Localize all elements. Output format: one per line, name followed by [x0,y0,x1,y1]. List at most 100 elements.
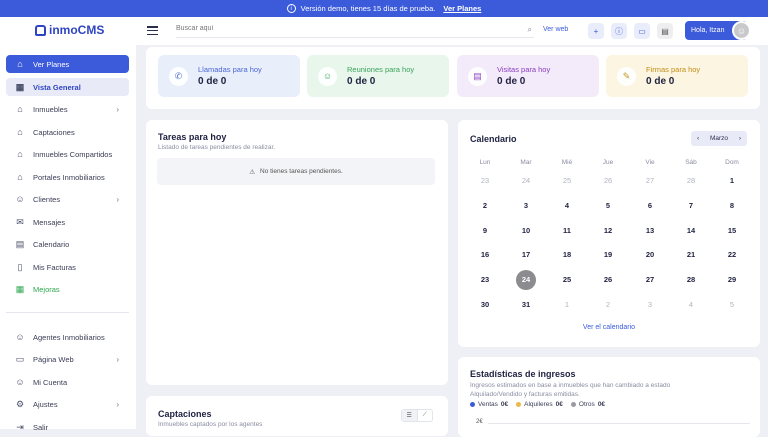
gear-icon: ⚙ [15,398,25,409]
calendar-day[interactable]: 16 [473,248,497,262]
sidebar-item-agentes[interactable]: ☺ Agentes Inmobiliarios [6,328,129,346]
calendar-day[interactable]: 13 [638,224,662,238]
messages-button[interactable]: ▭ [634,23,650,39]
calendar-button[interactable]: ▤ [657,23,673,39]
info-icon: ⓘ [615,26,623,36]
calendar-day[interactable]: 4 [679,298,703,312]
chart-gridline [488,423,750,424]
sidebar-item-ver-planes[interactable]: ⌂ Ver Planes [6,55,129,73]
chart-view-button[interactable]: ⟋ [418,410,433,421]
sidebar-item-mi-cuenta[interactable]: ☺ Mi Cuenta [6,373,129,391]
calendar-day[interactable]: 2 [596,298,620,312]
calendar-day[interactable]: 28 [679,273,703,287]
sidebar-item-label: Mis Facturas [33,262,76,272]
weekday-label: Vie [645,159,655,166]
info-button[interactable]: ⓘ [611,23,627,39]
sidebar-item-salir[interactable]: ⇥ Salir [6,418,129,436]
search-input[interactable] [176,25,506,32]
calendar-icon: ▤ [15,238,25,249]
calendar-day[interactable]: 28 [679,174,703,188]
calendar-day[interactable]: 31 [514,298,538,312]
weekday-label: Dom [725,159,739,166]
calendar-day[interactable]: 8 [720,199,744,213]
daily-stats: ✆ Llamadas para hoy 0 de 0 ☺ Reuniones pa… [146,47,760,109]
sidebar-item-ajustes[interactable]: ⚙ Ajustes › [6,395,129,413]
calendar-day[interactable]: 21 [679,248,703,262]
calendar-day[interactable]: 1 [555,298,579,312]
stat-visitas[interactable]: ▤ Visitas para hoy 0 de 0 [457,55,599,97]
sidebar-item-pagina-web[interactable]: ▭ Página Web › [6,350,129,368]
calendar-day[interactable]: 5 [720,298,744,312]
sidebar-item-clientes[interactable]: ☺ Clientes › [6,190,129,208]
calendar-day[interactable]: 26 [596,174,620,188]
app-name: inmoCMS [49,23,105,37]
chevron-right-icon[interactable]: › [739,135,741,142]
calendar-day[interactable]: 4 [555,199,579,213]
calendar-day[interactable]: 19 [596,248,620,262]
calendar-day[interactable]: 11 [555,224,579,238]
calendar-day[interactable]: 9 [473,224,497,238]
captaciones-card: Captaciones Inmuebles captados por los a… [146,396,448,436]
calendar-day[interactable]: 10 [514,224,538,238]
sidebar-item-inmuebles[interactable]: ⌂ Inmuebles › [6,100,129,118]
calendar-day[interactable]: 14 [679,224,703,238]
app-logo[interactable]: inmoCMS [35,23,104,37]
sidebar-item-vista-general[interactable]: ▦ Vista General [6,78,129,96]
calendar-day[interactable]: 3 [638,298,662,312]
banner-text: Versión demo, tienes 15 días de prueba. [300,4,436,13]
calendar-day[interactable]: 5 [596,199,620,213]
calendar-icon: ▤ [468,66,487,86]
search-icon[interactable]: ⌕ [528,25,532,35]
calendar-day[interactable]: 22 [720,248,744,262]
avatar[interactable]: ☺ [732,21,751,40]
calendar-day[interactable]: 29 [720,273,744,287]
sidebar-item-label: Clientes [33,194,61,204]
stat-firmas[interactable]: ✎ Firmas para hoy 0 de 0 [606,55,748,97]
calendar-day[interactable]: 23 [473,273,497,287]
message-icon: ✉ [16,216,24,227]
calendar-day[interactable]: 2 [473,199,497,213]
account-icon: ☺ [15,377,25,387]
banner-link[interactable]: Ver Planes [443,4,481,13]
sidebar-item-calendario[interactable]: ▤ Calendario [6,235,129,253]
calendar-day[interactable]: 3 [514,199,538,213]
sidebar-item-mensajes[interactable]: ✉ Mensajes [6,213,129,231]
weekday-label: Jue [602,159,614,166]
calendar-day[interactable]: 20 [638,248,662,262]
sidebar-item-label: Agentes Inmobiliarios [33,332,105,342]
ver-web-link[interactable]: Ver web [543,26,568,33]
tasks-subtitle: Listado de tareas pendientes de realizar… [158,144,276,151]
add-button[interactable]: + [588,23,604,39]
sidebar-item-label: Calendario [33,239,70,249]
sidebar-item-portales[interactable]: ⌂ Portales Inmobiliarios [6,168,129,186]
calendar-day[interactable]: 27 [638,174,662,188]
calendar-day[interactable]: 30 [473,298,497,312]
calendar-day[interactable]: 25 [555,174,579,188]
chevron-left-icon[interactable]: ‹ [697,135,699,142]
view-calendar-link[interactable]: Ver el calendario [458,324,760,331]
list-view-button[interactable]: ☰ [402,410,418,421]
calendar-day[interactable]: 15 [720,224,744,238]
calendar-day[interactable]: 24 [514,174,538,188]
menu-icon[interactable] [147,26,158,35]
calendar-day[interactable]: 17 [514,248,538,262]
calendar-day[interactable]: 25 [555,273,579,287]
calendar-title: Calendario [470,134,517,144]
calendar-day[interactable]: 26 [596,273,620,287]
sidebar-divider [6,312,129,313]
calendar-day[interactable]: 1 [720,174,744,188]
calendar-day[interactable]: 7 [679,199,703,213]
stat-llamadas[interactable]: ✆ Llamadas para hoy 0 de 0 [158,55,300,97]
calendar-day[interactable]: 23 [473,174,497,188]
calendar-day[interactable]: 12 [596,224,620,238]
sidebar-item-inmuebles-compartidos[interactable]: ⌂ Inmuebles Compartidos [6,145,129,163]
calendar-day[interactable]: 18 [555,248,579,262]
calendar-day[interactable]: 27 [638,273,662,287]
sidebar-item-mis-facturas[interactable]: ▯ Mis Facturas [6,258,129,276]
sidebar-item-captaciones[interactable]: ⌂ Captaciones [6,123,129,141]
stat-reuniones[interactable]: ☺ Reuniones para hoy 0 de 0 [307,55,449,97]
legend-ventas: Ventas 0€ [470,401,508,408]
calendar-day-today[interactable]: 24 [516,270,536,291]
calendar-day[interactable]: 6 [638,199,662,213]
sidebar-item-mejoras[interactable]: ▦ Mejoras [6,280,129,298]
